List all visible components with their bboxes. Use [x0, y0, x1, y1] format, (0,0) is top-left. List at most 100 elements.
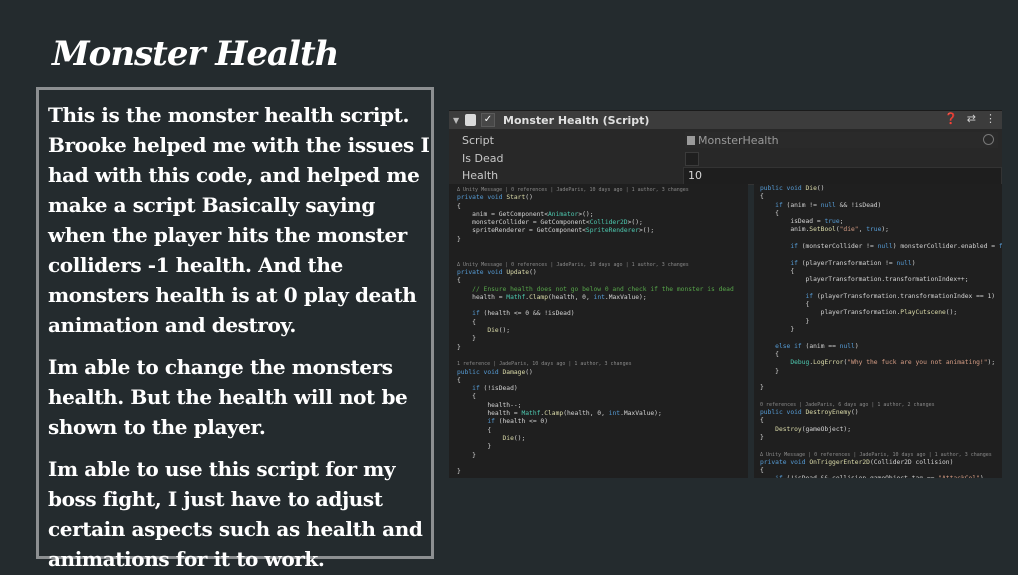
codelens-hint: Δ Unity Message | 0 references | JadePar…: [760, 451, 992, 458]
kebab-menu-icon[interactable]: ⋮: [985, 112, 996, 125]
code-line: spriteRenderer = GetComponent<SpriteRend…: [457, 227, 655, 235]
code-line: {: [760, 267, 795, 275]
code-line: if (!isDead && collision.gameObject.tag …: [760, 475, 1002, 478]
code-line: {: [457, 426, 492, 434]
code-line: {: [457, 376, 461, 384]
health-value: 10: [688, 169, 702, 182]
code-line: health = Mathf.Clamp(health, 0, int.MaxV…: [457, 410, 662, 418]
code-line: }: [760, 326, 795, 334]
code-line: public void DestroyEnemy(): [760, 409, 859, 417]
code-line: }: [760, 384, 764, 392]
health-label: Health: [462, 169, 499, 182]
code-line: {: [760, 209, 779, 217]
code-line: {: [760, 350, 779, 358]
code-line: health--;: [457, 401, 522, 409]
is-dead-label: Is Dead: [462, 152, 504, 165]
code-line: }: [457, 468, 461, 476]
code-line: if (playerTransformation.transformationI…: [805, 292, 996, 300]
code-line: {: [457, 318, 476, 326]
code-line: else if (anim == null): [775, 342, 859, 350]
code-line: Die();: [487, 327, 511, 335]
code-line: anim = GetComponent<Animator>();: [457, 210, 594, 218]
description-paragraph-1: This is the monster health script. Brook…: [48, 103, 430, 337]
health-input[interactable]: [683, 167, 1002, 185]
code-line: if (health <= 0): [487, 418, 549, 426]
help-icon[interactable]: ❓: [944, 112, 958, 125]
code-line: private void Update(): [457, 268, 537, 276]
codelens-hint: Δ Unity Message | 0 references | JadePar…: [457, 261, 689, 268]
code-line: if (health <= 0 && !isDead): [472, 310, 575, 318]
component-enabled-checkbox[interactable]: ✓: [481, 113, 495, 127]
code-line: {: [457, 202, 461, 210]
code-panel-right: public void Die(){ if (anim != null && !…: [754, 184, 1002, 478]
health-row: Health 10: [449, 167, 1002, 185]
code-line: }: [457, 235, 461, 243]
code-line: private void OnTriggerEnter2D(Collider2D…: [760, 458, 954, 466]
code-line: }: [760, 433, 764, 441]
description-box: This is the monster health script. Brook…: [36, 87, 434, 571]
code-line: {: [760, 193, 764, 201]
code-line: Debug.LogError("Why the fuck are you not…: [790, 359, 996, 367]
code-line: if (!isDead): [472, 385, 518, 393]
code-line: isDead = true;: [760, 218, 844, 226]
code-line: {: [760, 301, 810, 309]
code-line: anim.SetBool("die", true);: [760, 226, 889, 234]
component-title: Monster Health (Script): [503, 113, 650, 127]
code-line: }: [760, 317, 810, 325]
presets-icon[interactable]: ⇄: [967, 112, 976, 125]
code-panel-left: Δ Unity Message | 0 references | JadePar…: [449, 184, 748, 478]
component-header[interactable]: ▼ ✓ Monster Health (Script) ❓ ⇄ ⋮: [449, 111, 1002, 129]
code-line: playerTransformation.PlayCutscene();: [760, 309, 958, 317]
code-comment: // Ensure health does not go below 0 and…: [457, 285, 734, 293]
codelens-hint: Δ Unity Message | 0 references | JadePar…: [457, 187, 689, 193]
code-line: }: [457, 343, 461, 351]
description-paragraph-2: Im able to change the monsters health. B…: [48, 355, 408, 439]
codelens-hint: 0 references | JadeParis, 6 days ago | 1…: [760, 401, 935, 408]
code-line: health = Mathf.Clamp(health, 0, int.MaxV…: [457, 293, 647, 301]
inspector-component: ▼ ✓ Monster Health (Script) ❓ ⇄ ⋮ Script…: [449, 110, 1002, 185]
code-line: {: [760, 417, 764, 425]
foldout-arrow-icon[interactable]: ▼: [453, 116, 463, 125]
code-line: {: [457, 393, 476, 401]
code-line: monsterCollider = GetComponent<Collider2…: [457, 219, 643, 227]
code-line: if (monsterCollider != null) monsterColl…: [790, 243, 1002, 251]
object-picker-icon[interactable]: [983, 134, 994, 145]
script-label: Script: [462, 134, 494, 147]
code-line: }: [457, 451, 476, 459]
code-line: }: [457, 335, 476, 343]
script-file-icon: [687, 136, 695, 145]
script-field[interactable]: MonsterHealth: [687, 134, 779, 147]
code-line: private void Start(): [457, 194, 533, 202]
is-dead-row: Is Dead: [449, 150, 1002, 167]
code-line: playerTransformation.transformationIndex…: [760, 276, 969, 284]
codelens-hint: 1 reference | JadeParis, 10 days ago | 1…: [457, 361, 632, 368]
code-line: }: [457, 443, 492, 451]
page-title: Monster Health: [52, 34, 339, 74]
code-line: }: [760, 367, 779, 375]
code-line: public void Die(): [760, 185, 825, 192]
code-line: if (playerTransformation != null): [790, 259, 916, 267]
code-line: Die();: [502, 434, 526, 442]
description-paragraph-3: Im able to use this script for my boss f…: [48, 457, 423, 571]
script-icon: [465, 114, 476, 126]
script-value: MonsterHealth: [698, 134, 779, 147]
code-line: Destroy(gameObject);: [775, 425, 852, 433]
is-dead-checkbox[interactable]: [685, 152, 699, 166]
code-line: {: [760, 467, 764, 475]
code-line: public void Damage(): [457, 368, 533, 376]
code-line: if (anim != null && !isDead): [775, 201, 882, 209]
script-field-row: Script MonsterHealth: [449, 132, 1002, 149]
code-line: {: [457, 277, 461, 285]
